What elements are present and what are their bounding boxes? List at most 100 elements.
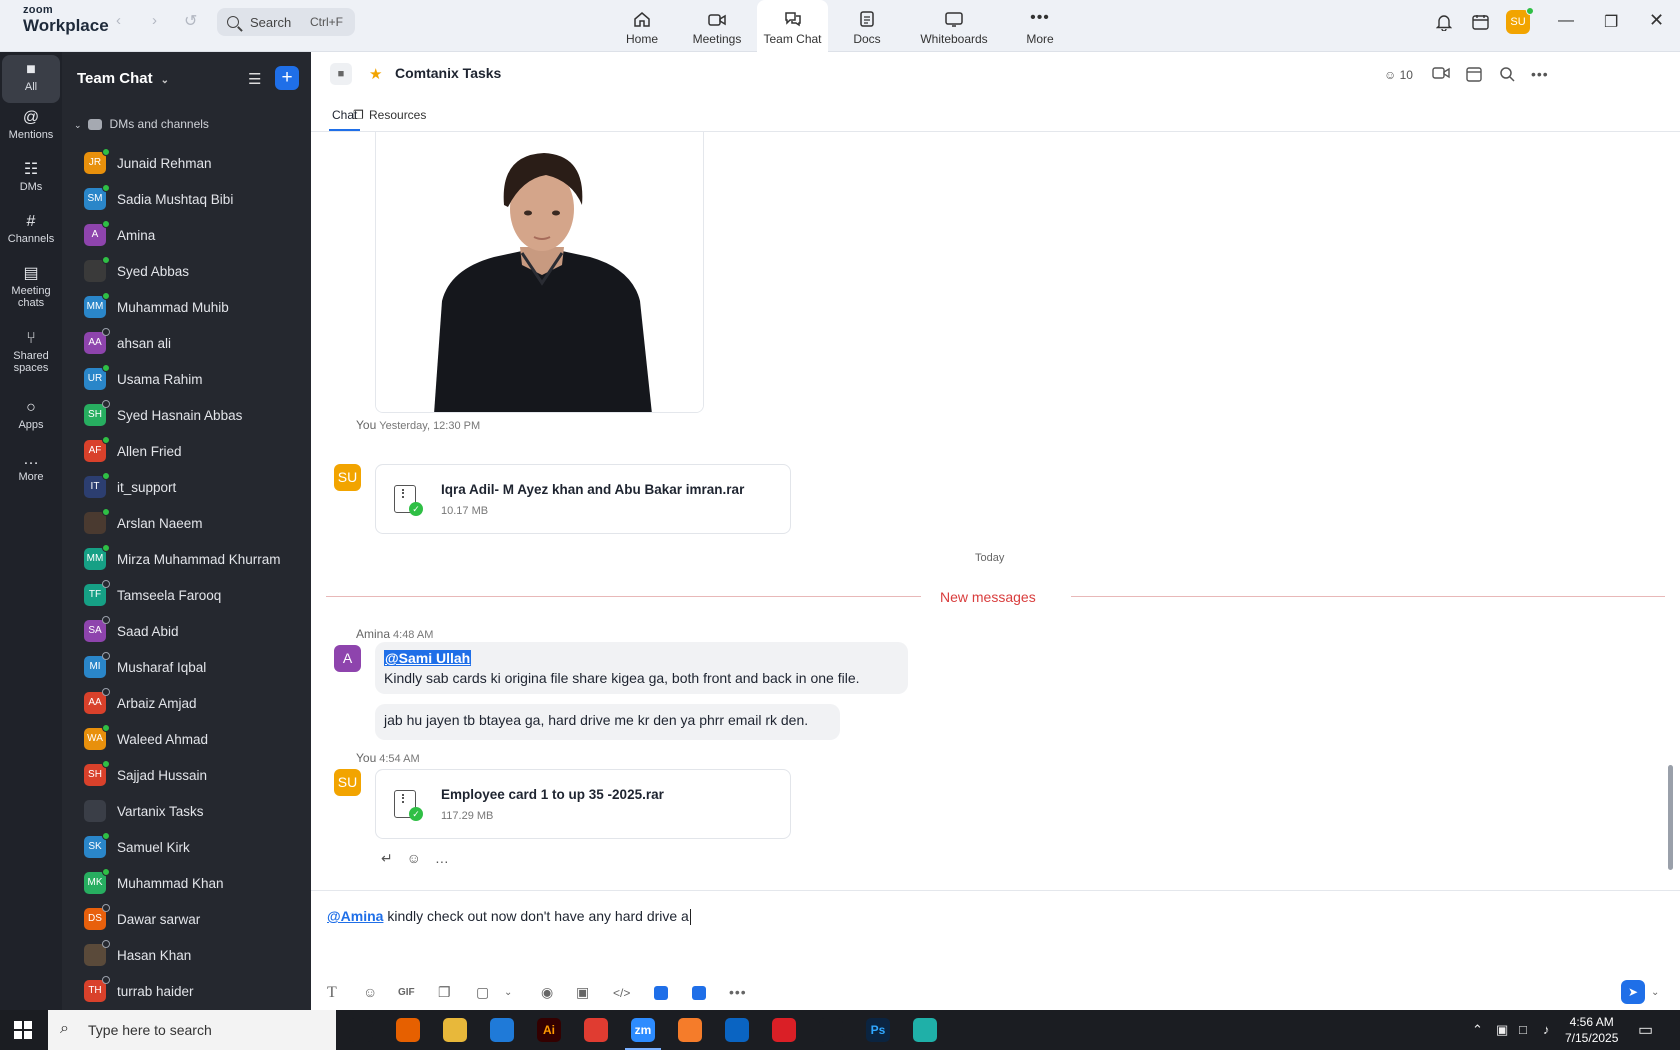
text-format-icon[interactable]: T (327, 984, 337, 1002)
windows-start-icon[interactable] (14, 1021, 32, 1039)
sidebar-conversation-item[interactable]: Syed Abbas (62, 253, 311, 289)
sidebar-conversation-item[interactable]: AA ahsan ali (62, 325, 311, 361)
search-icon[interactable] (1499, 66, 1515, 85)
message-scrollbar[interactable] (1668, 765, 1673, 870)
star-icon[interactable]: ★ (369, 65, 382, 83)
sidebar-conversation-item[interactable]: SK Samuel Kirk (62, 829, 311, 865)
video-call-icon[interactable] (1432, 66, 1450, 83)
sidebar-conversation-item[interactable]: Vartanix Tasks (62, 793, 311, 829)
sidebar-conversation-item[interactable]: TF Tamseela Farooq (62, 577, 311, 613)
tray-app-icon[interactable]: ▣ (1496, 1022, 1508, 1038)
chevron-up-icon[interactable]: ⌃ (1472, 1022, 1483, 1038)
sidebar-conversation-item[interactable]: Arslan Naeem (62, 505, 311, 541)
tab-whiteboards[interactable]: Whiteboards (918, 0, 990, 52)
notifications-icon[interactable]: ▭ (1638, 1020, 1653, 1040)
rail-item-all[interactable]: ■ All (2, 55, 60, 103)
calendar-toolbar-icon[interactable] (1472, 14, 1489, 35)
reply-icon[interactable]: ↵ (381, 850, 393, 866)
sidebar-conversation-item[interactable]: TH turrab haider (62, 973, 311, 1009)
sidebar-conversation-item[interactable]: MK Muhammad Khan (62, 865, 311, 901)
taskbar-app-photoshop-icon[interactable]: Ps (866, 1018, 890, 1042)
rail-item-apps[interactable]: ○ Apps (2, 400, 60, 432)
taskbar-app-task-view-icon[interactable] (349, 1018, 373, 1042)
rail-item-shared-spaces[interactable]: ⑂ Shared spaces (2, 331, 60, 375)
message-bubble[interactable]: jab hu jayen tb btayea ga, hard drive me… (375, 704, 840, 740)
close-icon[interactable]: ✕ (1649, 10, 1664, 31)
app-icon-2[interactable] (692, 986, 706, 1000)
more-icon[interactable]: ••• (729, 984, 747, 1000)
message-composer[interactable]: @Amina kindly check out now don't have a… (311, 890, 1680, 1010)
sidebar-conversation-item[interactable]: SA Saad Abid (62, 613, 311, 649)
tab-resources[interactable]: Resources (369, 108, 426, 122)
rail-item-meeting-chats[interactable]: ▤ Meeting chats (2, 266, 60, 310)
sidebar-conversation-item[interactable]: IT it_support (62, 469, 311, 505)
sidebar-conversation-item[interactable]: Hasan Khan (62, 937, 311, 973)
screenshot-icon[interactable]: ▢ (476, 984, 489, 1001)
rail-item-dms[interactable]: ☷ DMs (2, 162, 60, 194)
taskbar-app-other-app-icon[interactable] (913, 1018, 937, 1042)
sidebar-conversation-item[interactable]: JR Junaid Rehman (62, 145, 311, 181)
photo-attachment[interactable] (375, 132, 704, 413)
rail-item-mentions[interactable]: @ Mentions (2, 110, 60, 142)
message-bubble[interactable]: @Sami Ullah Kindly sab cards ki origina … (375, 642, 908, 694)
chevron-down-icon[interactable]: ⌄ (504, 987, 512, 998)
file-attachment[interactable]: ✓ Iqra Adil- M Ayez khan and Abu Bakar i… (375, 464, 791, 534)
calendar-icon[interactable] (1466, 66, 1482, 85)
taskbar-search[interactable]: ⌕ Type here to search (48, 1010, 336, 1050)
avatar[interactable]: A (334, 645, 361, 672)
sidebar-conversation-item[interactable]: MM Mirza Muhammad Khurram (62, 541, 311, 577)
app-icon[interactable] (654, 986, 668, 1000)
file-attachment[interactable]: ✓ Employee card 1 to up 35 -2025.rar 117… (375, 769, 791, 839)
minimize-icon[interactable]: — (1558, 12, 1574, 30)
send-options-chevron-icon[interactable]: ⌄ (1651, 987, 1659, 998)
sidebar-conversation-item[interactable]: SH Syed Hasnain Abbas (62, 397, 311, 433)
history-icon[interactable]: ↺ (184, 11, 197, 31)
volume-icon[interactable]: ♪ (1543, 1022, 1550, 1037)
more-options-icon[interactable]: ••• (1531, 66, 1549, 82)
taskbar-app-outlook-icon[interactable] (725, 1018, 749, 1042)
video-clip-icon[interactable]: ▣ (576, 984, 589, 1001)
taskbar-app-creative-cloud-icon[interactable] (772, 1018, 796, 1042)
rail-item-more[interactable]: … More (2, 452, 60, 484)
sidebar-title[interactable]: Team Chat ⌄ (77, 70, 169, 87)
network-icon[interactable]: □ (1519, 1022, 1527, 1037)
taskbar-app-vscode-icon[interactable] (490, 1018, 514, 1042)
tab-team-chat[interactable]: Team Chat (757, 0, 828, 52)
taskbar-app-zoom-icon[interactable]: zm (625, 1018, 661, 1050)
code-icon[interactable]: </> (613, 986, 630, 1000)
new-chat-button[interactable]: + (275, 66, 299, 90)
add-reaction-icon[interactable]: ☺ (407, 850, 421, 866)
send-button[interactable]: ➤ (1621, 980, 1645, 1004)
taskbar-app-file-explorer-icon[interactable] (443, 1018, 467, 1042)
taskbar-app-illustrator-icon[interactable]: Ai (537, 1018, 561, 1042)
dms-and-channels-group[interactable]: ⌄ DMs and channels (74, 117, 209, 131)
notification-bell-icon[interactable] (1435, 14, 1453, 36)
members-button[interactable]: ☺ 10 (1384, 68, 1413, 82)
avatar[interactable]: SU (334, 464, 361, 491)
sidebar-conversation-item[interactable]: SM Sadia Mushtaq Bibi (62, 181, 311, 217)
mention-link[interactable]: @Sami Ullah (384, 650, 472, 666)
taskbar-app-firefox-icon[interactable] (396, 1018, 420, 1042)
taskbar-app-pen-tool-icon[interactable] (819, 1018, 843, 1042)
sidebar-conversation-item[interactable]: AA Arbaiz Amjad (62, 685, 311, 721)
mic-icon[interactable]: ◉ (541, 984, 553, 1001)
sidebar-conversation-item[interactable]: MI Musharaf Iqbal (62, 649, 311, 685)
file-icon[interactable]: ❐ (438, 984, 451, 1001)
sidebar-conversation-item[interactable]: SH Sajjad Hussain (62, 757, 311, 793)
mention-link[interactable]: @Amina (327, 908, 383, 924)
restore-icon[interactable]: ❐ (1604, 12, 1618, 32)
sidebar-conversation-item[interactable]: DS Dawar sarwar (62, 901, 311, 937)
tab-docs[interactable]: Docs (853, 0, 881, 52)
sidebar-conversation-item[interactable]: WA Waleed Ahmad (62, 721, 311, 757)
sidebar-conversation-item[interactable]: AF Allen Fried (62, 433, 311, 469)
sidebar-conversation-item[interactable]: UR Usama Rahim (62, 361, 311, 397)
taskbar-app-xampp-icon[interactable] (678, 1018, 702, 1042)
taskbar-clock[interactable]: 4:56 AM 7/15/2025 (1565, 1014, 1618, 1046)
user-avatar[interactable]: SU (1506, 7, 1534, 34)
rail-item-channels[interactable]: # Channels (2, 214, 60, 246)
tab-home[interactable]: Home (624, 0, 660, 52)
taskbar-app-chrome-icon[interactable] (584, 1018, 608, 1042)
avatar[interactable]: SU (334, 769, 361, 796)
emoji-icon[interactable]: ☺ (363, 984, 377, 1000)
tab-meetings[interactable]: Meetings (692, 0, 742, 52)
